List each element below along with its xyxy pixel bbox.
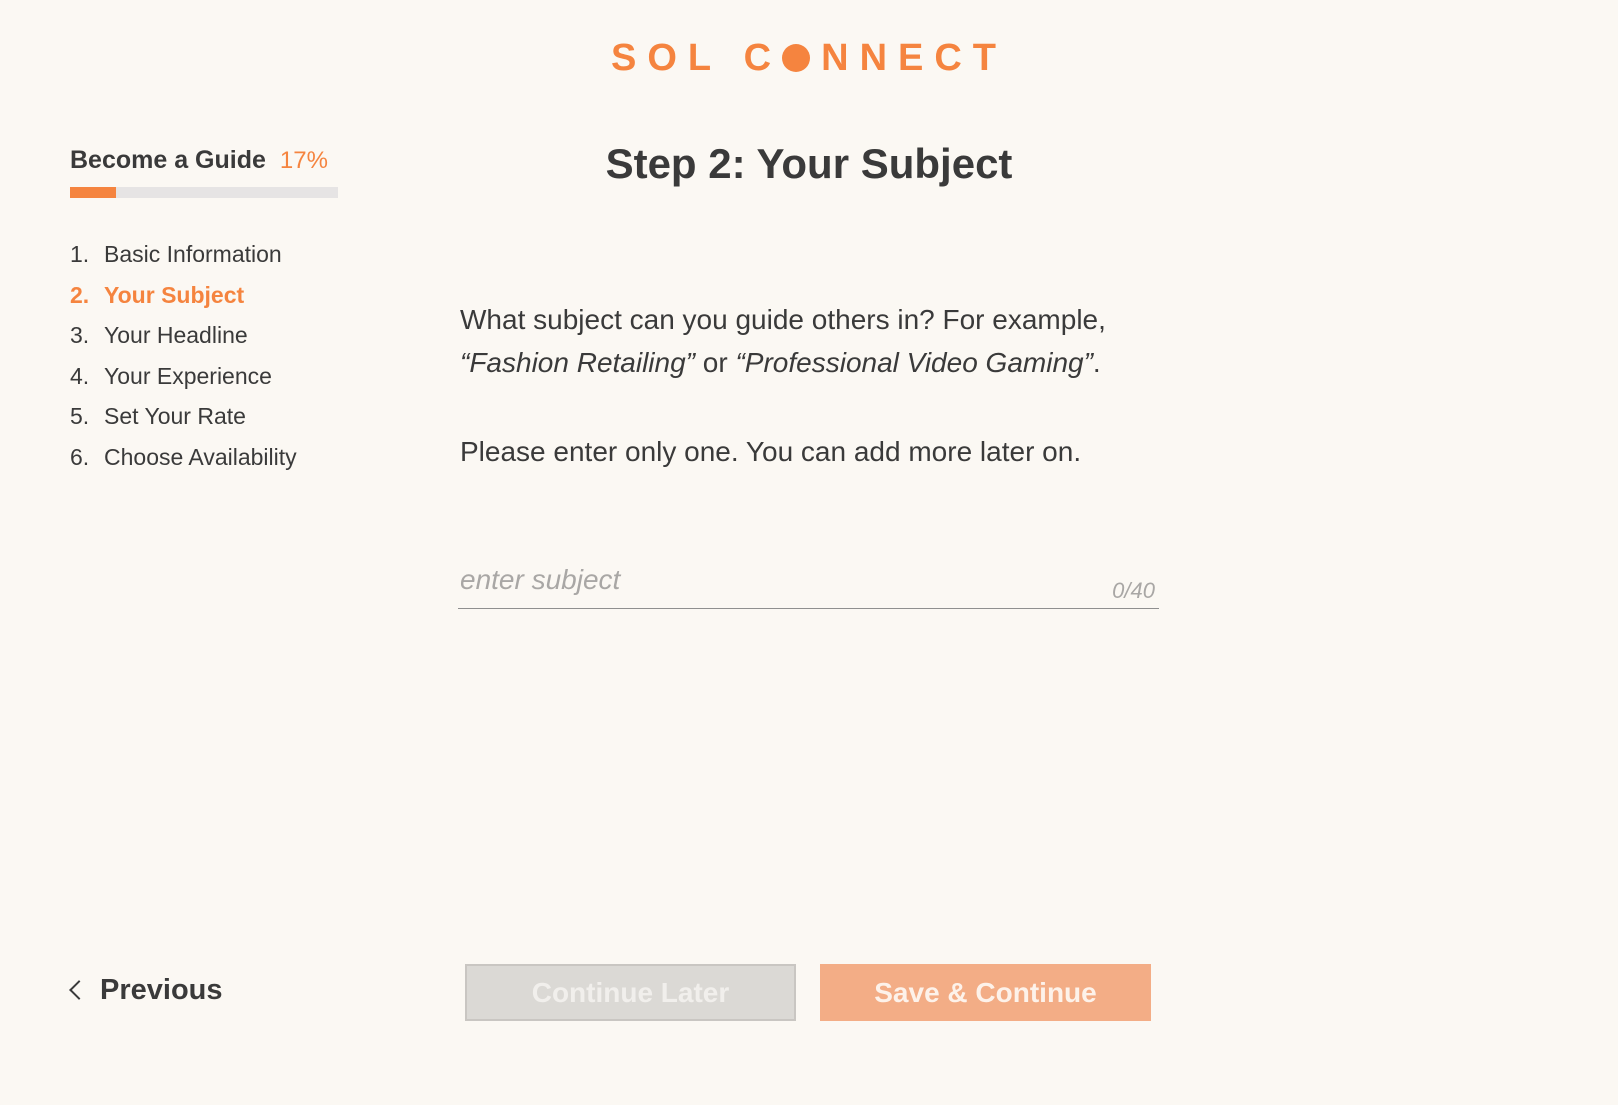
logo-text-c: C [743,37,783,79]
prompt-end: . [1092,347,1101,378]
character-counter: 0/40 [1112,578,1155,603]
sidebar-step-your-headline[interactable]: 3. Your Headline [70,315,340,356]
step-label: Your Subject [104,281,245,308]
sidebar-step-your-subject[interactable]: 2. Your Subject [70,275,340,316]
page-title: Step 2: Your Subject [605,140,1013,187]
subject-prompt: What subject can you guide others in? Fo… [460,298,1180,384]
step-number: 3. [70,322,90,348]
subject-instruction: Please enter only one. You can add more … [460,436,1082,467]
example-fashion-retailing: “Fashion Retailing” [460,347,695,378]
logo-dot-icon [782,44,811,72]
subject-input[interactable] [458,555,1060,605]
sol-connect-logo: SOL C NNECT [0,34,1618,82]
progress-bar-fill [70,187,116,198]
step-number: 1. [70,241,90,267]
sidebar-step-set-your-rate[interactable]: 5. Set Your Rate [70,396,340,437]
subject-field: 0/40 [458,555,1159,609]
sidebar-step-your-experience[interactable]: 4. Your Experience [70,356,340,397]
continue-later-button[interactable]: Continue Later [465,964,796,1021]
step-label: Your Headline [104,322,248,348]
step-label: Basic Information [104,241,282,267]
sidebar-step-choose-availability[interactable]: 6. Choose Availability [70,437,340,478]
step-number: 6. [70,443,90,470]
progress-sidebar: Become a Guide 17% 1. Basic Information … [70,146,340,477]
step-label: Set Your Rate [104,403,246,429]
example-professional-video-gaming: “Professional Video Gaming” [735,347,1093,378]
previous-button[interactable]: Previous [66,970,223,1010]
prompt-connector: or [695,347,736,378]
step-label: Choose Availability [104,443,297,470]
sidebar-step-basic-information[interactable]: 1. Basic Information [70,234,340,275]
logo-text-right: NNECT [821,37,1008,79]
previous-label: Previous [100,973,223,1006]
progress-bar [70,187,338,198]
prompt-text: What subject can you guide others in? Fo… [460,304,1106,335]
step-number: 4. [70,362,90,389]
step-number: 5. [70,403,90,429]
chevron-left-icon [69,980,89,1000]
step-number: 2. [70,281,90,308]
logo-text-left: SOL [610,37,723,79]
steps-list: 1. Basic Information 2. Your Subject 3. … [70,234,340,477]
step-label: Your Experience [104,362,272,389]
save-continue-button[interactable]: Save & Continue [820,964,1151,1021]
